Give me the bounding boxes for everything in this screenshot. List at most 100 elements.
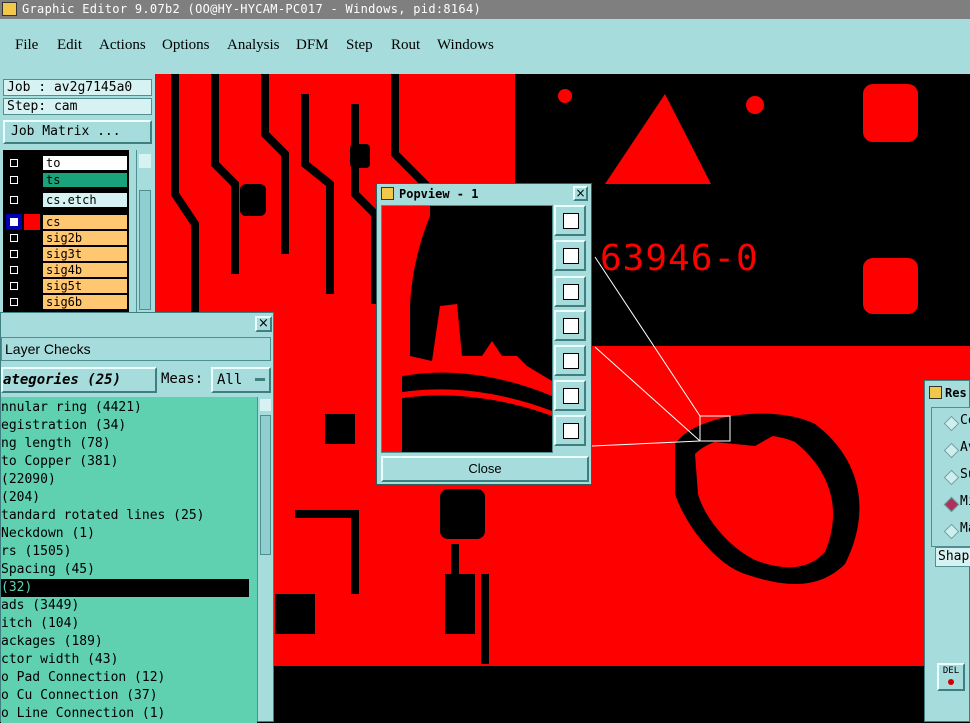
menu-options[interactable]: Options	[162, 37, 210, 54]
radio-icon[interactable]	[943, 442, 960, 459]
delete-button[interactable]: DEL	[937, 663, 965, 691]
pan-right-button[interactable]	[554, 345, 586, 376]
layer-name: sig3t	[42, 246, 128, 262]
popview-close-button[interactable]: Close	[381, 456, 589, 482]
list-item[interactable]: o Cu Connection (37)	[1, 687, 158, 705]
results-title-bar: Res	[927, 384, 969, 402]
list-item[interactable]: ackages (189)	[1, 633, 103, 651]
window-title: Graphic Editor 9.07b2 (OO@HY-HYCAM-PC017…	[22, 2, 482, 16]
list-item[interactable]: o Pad Connection (12)	[1, 669, 165, 687]
layer-name: sig2b	[42, 230, 128, 246]
layer-name: cs.etch	[42, 192, 128, 208]
list-item[interactable]: nnular ring (4421)	[1, 399, 142, 417]
arrow-down-icon	[563, 284, 579, 300]
list-item[interactable]: o Line Connection (1)	[1, 705, 165, 723]
layer-name: sig4b	[42, 262, 128, 278]
zoomed-artwork	[382, 206, 552, 452]
layer-checkbox[interactable]	[6, 230, 22, 246]
list-item[interactable]: tandard rotated lines (25)	[1, 507, 205, 525]
via	[558, 89, 572, 103]
checks-scrollbar[interactable]	[257, 397, 273, 721]
fit-view-button[interactable]	[554, 380, 586, 411]
list-item[interactable]: Neckdown (1)	[1, 525, 95, 543]
menu-edit[interactable]: Edit	[57, 37, 82, 54]
menu-dfm[interactable]: DFM	[296, 37, 329, 54]
shape-field[interactable]: Shap	[935, 547, 970, 567]
option-label: Ma	[960, 521, 970, 536]
pan-down-button[interactable]	[554, 276, 586, 307]
layer-checkbox[interactable]	[6, 172, 22, 188]
menu-bar: File Edit Actions Options Analysis DFM S…	[0, 19, 970, 75]
zoom-region-button[interactable]	[554, 205, 586, 236]
list-item[interactable]: (22090)	[1, 471, 56, 489]
layer-checkbox[interactable]	[6, 155, 22, 171]
popview-preview[interactable]	[381, 205, 553, 453]
layer-checkbox[interactable]	[6, 278, 22, 294]
layer-color-swatch	[24, 230, 40, 246]
list-item[interactable]: itch (104)	[1, 615, 79, 633]
pan-left-button[interactable]	[554, 310, 586, 341]
layer-color-swatch	[24, 278, 40, 294]
menu-analysis[interactable]: Analysis	[227, 37, 280, 54]
checks-list[interactable]: nnular ring (4421) egistration (34) ng l…	[1, 397, 257, 723]
dropdown-icon	[255, 378, 265, 381]
menu-file[interactable]: File	[15, 37, 38, 54]
radio-icon[interactable]	[943, 523, 960, 540]
via	[746, 96, 764, 114]
radio-icon[interactable]	[943, 469, 960, 486]
delete-label: DEL	[942, 666, 960, 676]
arrow-right-icon	[563, 353, 579, 369]
meas-dropdown[interactable]: All	[211, 367, 271, 393]
popview-title: Popview - 1	[399, 187, 479, 201]
layer-checks-window: × Layer Checks ategories (25) Meas: All …	[0, 312, 274, 723]
list-item[interactable]: rs (1505)	[1, 543, 71, 561]
scroll-up-arrow[interactable]	[260, 399, 271, 411]
window-icon[interactable]	[929, 386, 942, 399]
layer-color-swatch	[24, 214, 40, 230]
list-item[interactable]: ng length (78)	[1, 435, 111, 453]
menu-windows[interactable]: Windows	[437, 37, 494, 54]
meas-label: Meas:	[161, 371, 204, 387]
option-label: Co	[960, 413, 970, 428]
checks-window-header	[1, 313, 273, 335]
categories-dropdown[interactable]: ategories (25)	[1, 367, 157, 393]
step-field: Step: cam	[3, 98, 152, 115]
layer-color-swatch	[24, 172, 40, 188]
popview-title-bar: Popview - 1 ×	[379, 186, 589, 202]
job-matrix-button[interactable]: Job Matrix ...	[3, 120, 152, 144]
pan-up-button[interactable]	[554, 240, 586, 271]
list-item[interactable]: Spacing (45)	[1, 561, 95, 579]
list-item[interactable]: (204)	[1, 489, 40, 507]
menu-step[interactable]: Step	[346, 37, 373, 54]
app-icon[interactable]	[2, 2, 17, 16]
menu-rout[interactable]: Rout	[391, 37, 420, 54]
layer-checkbox[interactable]	[6, 262, 22, 278]
layer-name: sig6b	[42, 294, 128, 310]
layer-name: sig5t	[42, 278, 128, 294]
layer-checkbox[interactable]	[6, 214, 22, 230]
board-edge	[275, 666, 970, 722]
radio-icon[interactable]	[943, 415, 960, 432]
scroll-up-arrow[interactable]	[139, 154, 151, 168]
layer-name: cs	[42, 214, 128, 230]
list-item[interactable]: to Copper (381)	[1, 453, 118, 471]
layer-checkbox[interactable]	[6, 246, 22, 262]
center-view-button[interactable]	[554, 415, 586, 446]
close-icon[interactable]: ×	[255, 316, 272, 332]
layer-list-scrollbar[interactable]	[136, 150, 154, 314]
list-item[interactable]: ads (3449)	[1, 597, 79, 615]
scroll-thumb[interactable]	[260, 415, 271, 555]
layer-checkbox[interactable]	[6, 192, 22, 208]
list-item[interactable]: ctor width (43)	[1, 651, 118, 669]
scroll-thumb[interactable]	[139, 190, 151, 310]
layer-checkbox[interactable]	[6, 294, 22, 310]
window-icon[interactable]	[381, 187, 394, 200]
record-icon	[948, 679, 954, 685]
radio-selected-icon[interactable]	[943, 496, 960, 513]
arrow-left-icon	[563, 318, 579, 334]
list-item-selected[interactable]: (32)	[1, 579, 249, 597]
list-item[interactable]: egistration (34)	[1, 417, 126, 435]
menu-actions[interactable]: Actions	[99, 37, 146, 54]
pad-mid-right	[863, 258, 918, 314]
close-icon[interactable]: ×	[573, 186, 588, 201]
